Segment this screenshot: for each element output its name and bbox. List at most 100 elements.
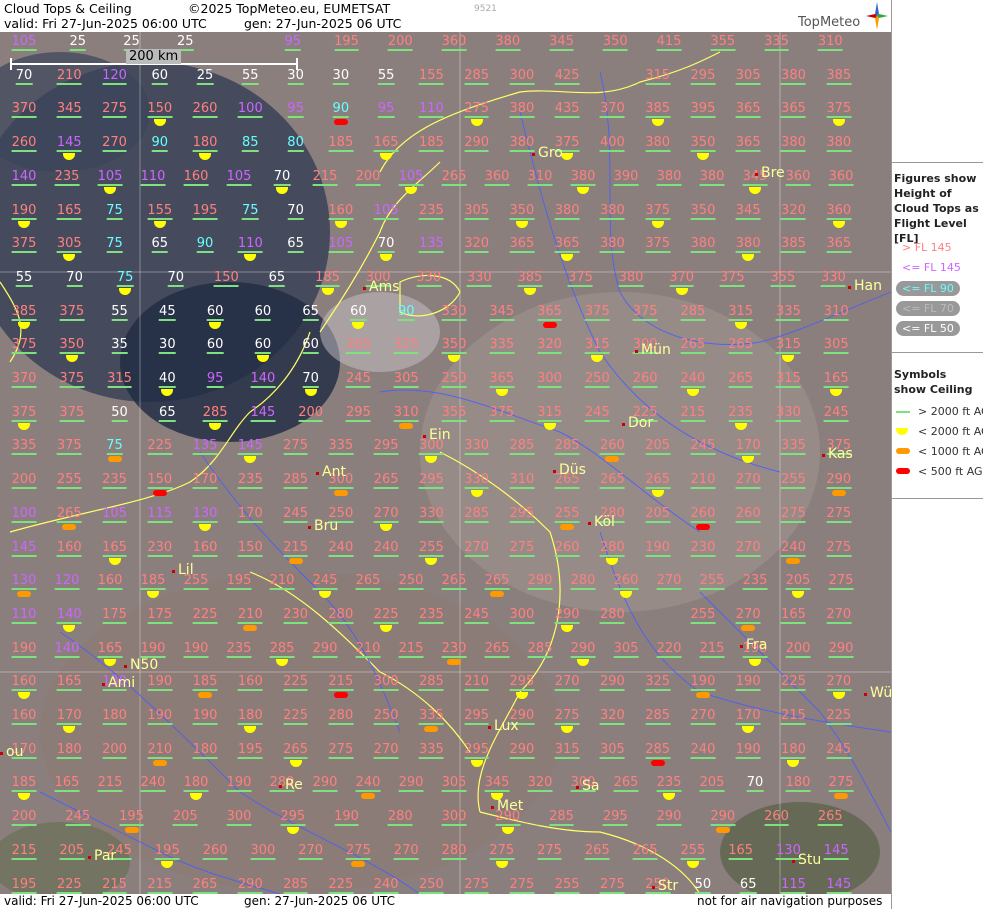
city-label: Bre (755, 165, 785, 181)
flight-level-label: 335 (418, 708, 444, 725)
flight-level-label: 40 (159, 371, 176, 388)
ceiling-legend-item: < 2000 ft AGL (896, 425, 983, 438)
flight-level-label: 345 (56, 101, 82, 119)
flight-level-label: 375 (59, 371, 85, 388)
flight-level-label: 75 (116, 269, 134, 287)
flight-level-label: 195 (119, 809, 144, 827)
flight-level-label: 160 (97, 573, 123, 591)
flight-level-label: 270 (826, 606, 852, 624)
flight-level-label: 250 (418, 876, 444, 894)
flight-level-label: 285 (680, 303, 706, 321)
flight-level-label: 375 (826, 101, 852, 119)
flight-level-label: 290 (237, 876, 263, 894)
flight-level-label: 365 (735, 135, 761, 153)
disclaimer: not for air navigation purposes (697, 894, 883, 908)
flight-level-label: 275 (509, 876, 535, 894)
flight-level-label: 105 (226, 168, 252, 186)
flight-level-label: 140 (54, 640, 80, 658)
map-area[interactable]: 105 25 25 25 95 195 200 360 380 345 350 415 355 335 31… (0, 32, 891, 894)
flight-level-label: 380 (645, 135, 671, 153)
flight-level-label: 65 (268, 269, 286, 287)
flight-level-label: 380 (509, 101, 535, 119)
flight-level-label: 255 (554, 876, 580, 894)
flight-level-label: 300 (509, 67, 535, 85)
fl-legend-item: > FL 145 (902, 241, 952, 254)
flight-level-label: 265 (373, 472, 399, 490)
flight-level-label: 265 (680, 337, 706, 355)
flight-level-label: 315 (107, 371, 132, 388)
flight-level-label: 55 (377, 67, 395, 85)
flight-level-label: 60 (151, 67, 169, 85)
flight-level-label: 285 (554, 438, 580, 456)
city-marker-icon (740, 645, 743, 648)
city-label: Wü (864, 685, 891, 701)
city-label: Mün (635, 342, 671, 358)
flight-level-label: 305 (441, 775, 467, 793)
flight-level-label: 390 (613, 168, 639, 186)
fl-legend-item: <= FL 90 (896, 281, 960, 296)
city-label: Stu (792, 852, 821, 868)
flight-level-label: 290 (554, 606, 580, 624)
flight-level-label: 235 (54, 168, 80, 186)
flight-level-label: 265 (192, 876, 218, 894)
flight-level-label: 305 (735, 67, 761, 85)
topmeteo-logo[interactable]: TopMeteo (798, 15, 860, 30)
flight-level-label: 210 (690, 472, 716, 490)
flight-level-label: 185 (315, 269, 340, 287)
flight-level-label: 385 (517, 269, 543, 287)
flight-level-label: 290 (312, 775, 338, 793)
flight-level-label: 165 (102, 539, 127, 557)
city-marker-icon (652, 886, 655, 889)
flight-level-label: 315 (554, 741, 580, 759)
flight-level-label: 190 (735, 741, 761, 759)
flight-level-label: 55 (242, 67, 259, 85)
flight-level-label: 435 (554, 101, 580, 119)
flight-level-label: 80 (287, 135, 304, 153)
flight-level-label: 110 (418, 101, 444, 119)
flight-level-label: 365 (537, 303, 562, 321)
ceiling-symbol (152, 759, 167, 766)
ceiling-symbol (62, 523, 77, 530)
flight-level-label: 235 (656, 775, 682, 793)
flight-level-label: 240 (373, 539, 399, 557)
flight-level-label: 295 (602, 809, 628, 827)
city-label: Ami (102, 675, 135, 691)
flight-level-label: 190 (183, 640, 209, 658)
flight-level-label: 180 (237, 708, 263, 725)
flight-level-label: 215 (312, 168, 338, 186)
flight-level-label: 305 (823, 337, 849, 355)
city-marker-icon (848, 286, 851, 289)
flight-level-label: 225 (328, 876, 354, 894)
flight-level-label: 70 (15, 67, 33, 85)
ceiling-legend-item: < 1000 ft AGL (896, 445, 983, 458)
flight-level-label: 345 (489, 303, 515, 321)
flight-level-label: 295 (464, 741, 490, 759)
flight-level-label: 245 (690, 438, 716, 456)
flight-level-label: 145 (56, 135, 82, 153)
flight-level-label: 70 (287, 202, 304, 220)
flight-level-label: 295 (373, 438, 399, 456)
flight-level-label: 270 (735, 539, 761, 557)
flight-level-label: 105 (398, 168, 424, 186)
map-code: 9521 (474, 4, 497, 14)
flight-level-label: 190 (147, 674, 173, 692)
flight-level-label: 230 (441, 640, 467, 658)
flight-level-label: 275 (781, 505, 806, 523)
flight-level-label: 280 (387, 809, 413, 827)
flight-level-label: 60 (254, 337, 272, 355)
flight-level-label: 365 (826, 236, 852, 254)
flight-level-label: 210 (464, 674, 490, 692)
flight-level-label: 70 (273, 168, 291, 186)
flight-level-label: 265 (613, 775, 639, 793)
flight-level-label: 360 (785, 168, 811, 186)
flight-level-label: 165 (56, 202, 82, 220)
flight-level-label: 170 (237, 505, 263, 523)
ceiling-symbol (399, 422, 414, 429)
flight-level-label: 370 (11, 371, 37, 388)
flight-level-label: 255 (690, 606, 716, 624)
flight-level-label: 375 (11, 236, 37, 254)
flight-level-label: 270 (393, 842, 419, 860)
flight-level-label: 120 (54, 573, 80, 591)
flight-level-label: 380 (690, 236, 716, 254)
flight-level-label: 50 (111, 404, 128, 422)
